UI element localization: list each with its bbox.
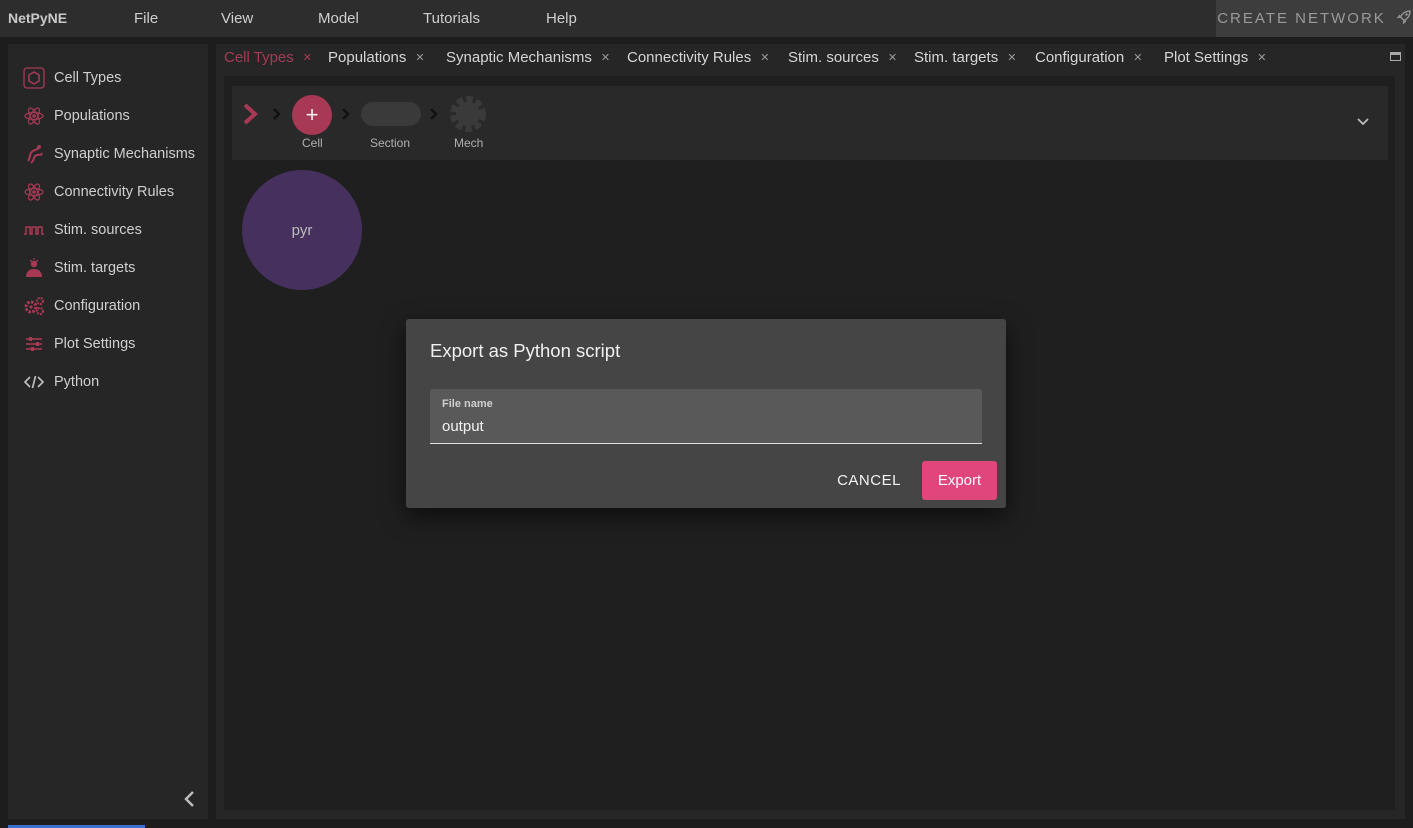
menu-help[interactable]: Help [546, 10, 577, 27]
sidebar-item-cell-types[interactable]: Cell Types [23, 66, 121, 90]
create-network-button[interactable]: CREATE NETWORK [1216, 0, 1413, 37]
sidebar-item-stim-sources[interactable]: Stim. sources [23, 218, 142, 242]
export-button[interactable]: Export [922, 461, 997, 500]
sidebar-item-configuration[interactable]: Configuration [23, 294, 140, 318]
app-brand: NetPyNE [8, 10, 68, 26]
breadcrumb-mech-label: Mech [454, 136, 484, 150]
menu-model[interactable]: Model [318, 10, 359, 27]
gear-icon[interactable] [448, 94, 488, 134]
menu-view[interactable]: View [221, 10, 253, 27]
tab-stim-targets[interactable]: Stim. targets ✕ [914, 49, 1016, 66]
maximize-icon[interactable] [1390, 52, 1401, 61]
file-name-field: File name [430, 389, 982, 444]
breadcrumb-start-icon [243, 103, 258, 125]
tab-label: Cell Types [224, 49, 294, 66]
sidebar-item-connectivity-rules[interactable]: Connectivity Rules [23, 180, 174, 204]
tab-label: Stim. targets [914, 49, 999, 66]
export-dialog: Export as Python script File name CANCEL… [406, 319, 1006, 508]
close-icon[interactable]: ✕ [303, 51, 312, 64]
chevron-right-icon [342, 108, 350, 120]
tab-label: Populations [328, 49, 407, 66]
close-icon[interactable]: ✕ [1257, 51, 1266, 64]
breadcrumb: + Cell Section Mech [232, 86, 1388, 160]
sliders-icon [23, 333, 45, 355]
breadcrumb-cell-label: Cell [302, 136, 323, 150]
close-icon[interactable]: ✕ [415, 51, 424, 64]
synapse-icon [23, 143, 45, 165]
tab-synaptic-mechanisms[interactable]: Synaptic Mechanisms ✕ [446, 49, 610, 66]
file-name-label: File name [442, 398, 493, 410]
tab-label: Configuration [1035, 49, 1125, 66]
sidebar-item-synaptic-mechanisms[interactable]: Synaptic Mechanisms [23, 142, 195, 166]
menu-tutorials[interactable]: Tutorials [423, 10, 480, 27]
sidebar-item-label: Cell Types [54, 70, 122, 86]
collapse-sidebar-icon[interactable] [182, 790, 198, 808]
sidebar-item-label: Configuration [54, 298, 141, 314]
close-icon[interactable]: ✕ [601, 51, 610, 64]
tab-cell-types[interactable]: Cell Types ✕ [224, 49, 312, 66]
tab-label: Stim. sources [788, 49, 879, 66]
sidebar-item-label: Stim. targets [54, 260, 136, 276]
dialog-title: Export as Python script [430, 340, 621, 361]
chevron-right-icon [273, 108, 281, 120]
sidebar-item-label: Python [54, 374, 100, 390]
target-person-icon [23, 257, 45, 279]
sidebar-item-label: Stim. sources [54, 222, 142, 238]
tab-stim-sources[interactable]: Stim. sources ✕ [788, 49, 897, 66]
hexagon-icon [23, 67, 45, 89]
sidebar-item-label: Synaptic Mechanisms [54, 146, 196, 162]
tab-populations[interactable]: Populations ✕ [328, 49, 425, 66]
sidebar-item-populations[interactable]: Populations [23, 104, 130, 128]
cancel-button[interactable]: CANCEL [828, 461, 910, 499]
sidebar-item-plot-settings[interactable]: Plot Settings [23, 332, 135, 356]
rocket-icon [1396, 9, 1412, 29]
gears-icon [23, 295, 45, 317]
close-icon[interactable]: ✕ [1007, 51, 1016, 64]
tab-label: Connectivity Rules [627, 49, 752, 66]
file-name-input[interactable] [442, 416, 962, 436]
sidebar-item-python[interactable]: Python [23, 370, 99, 394]
atom-icon [23, 181, 45, 203]
close-icon[interactable]: ✕ [888, 51, 897, 64]
chevron-down-icon[interactable] [1356, 117, 1370, 127]
tab-plot-settings[interactable]: Plot Settings ✕ [1164, 49, 1266, 66]
code-icon [23, 371, 45, 393]
menu-file[interactable]: File [134, 10, 158, 27]
close-icon[interactable]: ✕ [1133, 51, 1142, 64]
sidebar-item-label: Plot Settings [54, 336, 136, 352]
sidebar-item-stim-targets[interactable]: Stim. targets [23, 256, 135, 280]
close-icon[interactable]: ✕ [760, 51, 769, 64]
tab-label: Plot Settings [1164, 49, 1249, 66]
sidebar: Cell Types Populations Synaptic Mechanis… [8, 44, 208, 819]
tab-label: Synaptic Mechanisms [446, 49, 592, 66]
tab-connectivity-rules[interactable]: Connectivity Rules ✕ [627, 49, 769, 66]
atom-icon [23, 105, 45, 127]
pulse-wave-icon [23, 219, 45, 241]
top-bar: NetPyNE File View Model Tutorials Help C… [0, 0, 1413, 37]
create-network-label: CREATE NETWORK [1217, 10, 1386, 27]
add-cell-button[interactable]: + [292, 95, 332, 135]
tab-configuration[interactable]: Configuration ✕ [1035, 49, 1142, 66]
sidebar-item-label: Connectivity Rules [54, 184, 175, 200]
breadcrumb-section-label: Section [370, 136, 411, 150]
tab-bar: Cell Types ✕ Populations ✕ Synaptic Mechan… [216, 44, 1405, 72]
chevron-right-icon [430, 108, 438, 120]
section-node[interactable] [361, 102, 421, 126]
sidebar-item-label: Populations [54, 108, 130, 124]
cell-node-pyr[interactable]: pyr [242, 170, 362, 290]
